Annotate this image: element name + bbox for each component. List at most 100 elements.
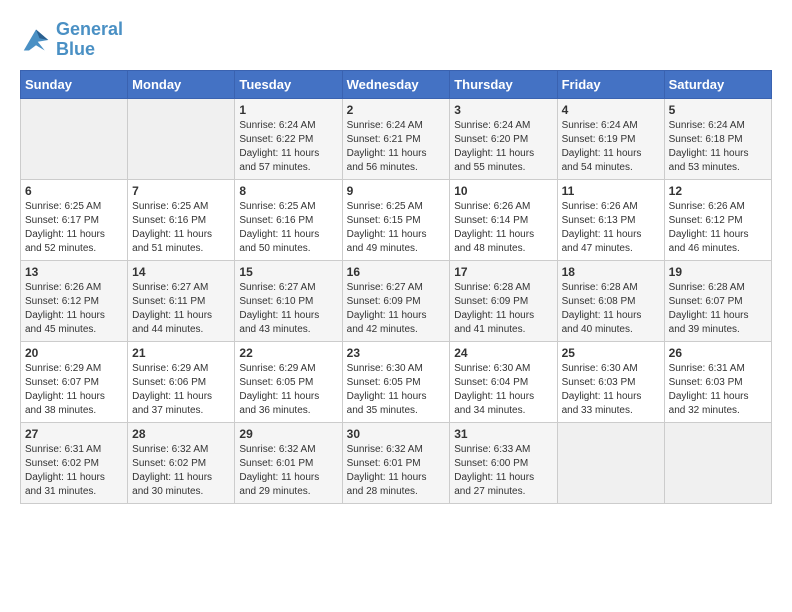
- calendar-cell: 15 Sunrise: 6:27 AM Sunset: 6:10 PM Dayli…: [235, 260, 342, 341]
- calendar-cell: 16 Sunrise: 6:27 AM Sunset: 6:09 PM Dayli…: [342, 260, 450, 341]
- day-number: 18: [562, 265, 660, 279]
- day-number: 2: [347, 103, 446, 117]
- calendar-week-row: 1 Sunrise: 6:24 AM Sunset: 6:22 PM Daylig…: [21, 98, 772, 179]
- day-info: Sunrise: 6:29 AM Sunset: 6:05 PM Dayligh…: [239, 362, 337, 418]
- calendar-week-row: 13Sunrise: 6:26 AM Sunset: 6:12 PM Dayli…: [21, 260, 772, 341]
- day-number: 3: [454, 103, 552, 117]
- day-number: 16: [347, 265, 446, 279]
- day-number: 24: [454, 346, 552, 360]
- day-info: Sunrise: 6:33 AM Sunset: 6:00 PM Dayligh…: [454, 443, 552, 499]
- day-info: Sunrise: 6:29 AM Sunset: 6:06 PM Dayligh…: [132, 362, 230, 418]
- day-header-thursday: Thursday: [450, 70, 557, 98]
- day-header-sunday: Sunday: [21, 70, 128, 98]
- day-info: Sunrise: 6:28 AM Sunset: 6:07 PM Dayligh…: [669, 281, 767, 337]
- day-number: 9: [347, 184, 446, 198]
- day-number: 10: [454, 184, 552, 198]
- calendar-cell: 30Sunrise: 6:32 AM Sunset: 6:01 PM Dayli…: [342, 422, 450, 503]
- calendar-cell: 3 Sunrise: 6:24 AM Sunset: 6:20 PM Daylig…: [450, 98, 557, 179]
- page-header: General Blue: [20, 20, 772, 60]
- day-number: 1: [239, 103, 337, 117]
- calendar-week-row: 6Sunrise: 6:25 AM Sunset: 6:17 PM Daylig…: [21, 179, 772, 260]
- calendar-cell: [557, 422, 664, 503]
- day-info: Sunrise: 6:31 AM Sunset: 6:02 PM Dayligh…: [25, 443, 123, 499]
- calendar-cell: 29 Sunrise: 6:32 AM Sunset: 6:01 PM Dayli…: [235, 422, 342, 503]
- day-number: 14: [132, 265, 230, 279]
- day-info: Sunrise: 6:25 AM Sunset: 6:17 PM Dayligh…: [25, 200, 123, 256]
- calendar-cell: 11Sunrise: 6:26 AM Sunset: 6:13 PM Dayli…: [557, 179, 664, 260]
- day-number: 17: [454, 265, 552, 279]
- day-info: Sunrise: 6:30 AM Sunset: 6:04 PM Dayligh…: [454, 362, 552, 418]
- calendar-cell: 21Sunrise: 6:29 AM Sunset: 6:06 PM Dayli…: [128, 341, 235, 422]
- calendar-table: SundayMondayTuesdayWednesdayThursdayFrid…: [20, 70, 772, 504]
- day-info: Sunrise: 6:27 AM Sunset: 6:10 PM Dayligh…: [239, 281, 337, 337]
- day-info: Sunrise: 6:26 AM Sunset: 6:14 PM Dayligh…: [454, 200, 552, 256]
- day-info: Sunrise: 6:32 AM Sunset: 6:02 PM Dayligh…: [132, 443, 230, 499]
- day-number: 4: [562, 103, 660, 117]
- day-number: 12: [669, 184, 767, 198]
- calendar-cell: 10 Sunrise: 6:26 AM Sunset: 6:14 PM Dayli…: [450, 179, 557, 260]
- calendar-cell: 6Sunrise: 6:25 AM Sunset: 6:17 PM Daylig…: [21, 179, 128, 260]
- calendar-cell: 12 Sunrise: 6:26 AM Sunset: 6:12 PM Dayli…: [664, 179, 771, 260]
- day-header-monday: Monday: [128, 70, 235, 98]
- day-info: Sunrise: 6:24 AM Sunset: 6:18 PM Dayligh…: [669, 119, 767, 175]
- day-info: Sunrise: 6:25 AM Sunset: 6:16 PM Dayligh…: [239, 200, 337, 256]
- day-number: 31: [454, 427, 552, 441]
- day-number: 20: [25, 346, 123, 360]
- day-info: Sunrise: 6:24 AM Sunset: 6:22 PM Dayligh…: [239, 119, 337, 175]
- calendar-cell: 5 Sunrise: 6:24 AM Sunset: 6:18 PM Daylig…: [664, 98, 771, 179]
- day-info: Sunrise: 6:31 AM Sunset: 6:03 PM Dayligh…: [669, 362, 767, 418]
- calendar-cell: 1 Sunrise: 6:24 AM Sunset: 6:22 PM Daylig…: [235, 98, 342, 179]
- calendar-cell: 28 Sunrise: 6:32 AM Sunset: 6:02 PM Dayli…: [128, 422, 235, 503]
- calendar-cell: [21, 98, 128, 179]
- calendar-cell: 14 Sunrise: 6:27 AM Sunset: 6:11 PM Dayli…: [128, 260, 235, 341]
- calendar-cell: 22 Sunrise: 6:29 AM Sunset: 6:05 PM Dayli…: [235, 341, 342, 422]
- calendar-cell: 19 Sunrise: 6:28 AM Sunset: 6:07 PM Dayli…: [664, 260, 771, 341]
- day-number: 19: [669, 265, 767, 279]
- calendar-cell: 8 Sunrise: 6:25 AM Sunset: 6:16 PM Daylig…: [235, 179, 342, 260]
- logo: General Blue: [20, 20, 123, 60]
- calendar-cell: [128, 98, 235, 179]
- calendar-week-row: 27 Sunrise: 6:31 AM Sunset: 6:02 PM Dayli…: [21, 422, 772, 503]
- day-info: Sunrise: 6:25 AM Sunset: 6:15 PM Dayligh…: [347, 200, 446, 256]
- calendar-cell: 4 Sunrise: 6:24 AM Sunset: 6:19 PM Daylig…: [557, 98, 664, 179]
- day-number: 23: [347, 346, 446, 360]
- calendar-cell: 17 Sunrise: 6:28 AM Sunset: 6:09 PM Dayli…: [450, 260, 557, 341]
- day-number: 28: [132, 427, 230, 441]
- calendar-cell: 31 Sunrise: 6:33 AM Sunset: 6:00 PM Dayli…: [450, 422, 557, 503]
- calendar-cell: 7Sunrise: 6:25 AM Sunset: 6:16 PM Daylig…: [128, 179, 235, 260]
- day-info: Sunrise: 6:32 AM Sunset: 6:01 PM Dayligh…: [239, 443, 337, 499]
- day-number: 22: [239, 346, 337, 360]
- day-info: Sunrise: 6:29 AM Sunset: 6:07 PM Dayligh…: [25, 362, 123, 418]
- day-header-tuesday: Tuesday: [235, 70, 342, 98]
- calendar-cell: 26Sunrise: 6:31 AM Sunset: 6:03 PM Dayli…: [664, 341, 771, 422]
- day-number: 27: [25, 427, 123, 441]
- calendar-cell: 9 Sunrise: 6:25 AM Sunset: 6:15 PM Daylig…: [342, 179, 450, 260]
- calendar-cell: 13Sunrise: 6:26 AM Sunset: 6:12 PM Dayli…: [21, 260, 128, 341]
- day-info: Sunrise: 6:28 AM Sunset: 6:08 PM Dayligh…: [562, 281, 660, 337]
- day-info: Sunrise: 6:26 AM Sunset: 6:12 PM Dayligh…: [669, 200, 767, 256]
- day-header-wednesday: Wednesday: [342, 70, 450, 98]
- day-number: 29: [239, 427, 337, 441]
- day-info: Sunrise: 6:24 AM Sunset: 6:19 PM Dayligh…: [562, 119, 660, 175]
- calendar-cell: 24 Sunrise: 6:30 AM Sunset: 6:04 PM Dayli…: [450, 341, 557, 422]
- day-info: Sunrise: 6:27 AM Sunset: 6:11 PM Dayligh…: [132, 281, 230, 337]
- day-header-saturday: Saturday: [664, 70, 771, 98]
- day-number: 8: [239, 184, 337, 198]
- day-info: Sunrise: 6:27 AM Sunset: 6:09 PM Dayligh…: [347, 281, 446, 337]
- day-info: Sunrise: 6:24 AM Sunset: 6:21 PM Dayligh…: [347, 119, 446, 175]
- day-info: Sunrise: 6:25 AM Sunset: 6:16 PM Dayligh…: [132, 200, 230, 256]
- logo-icon: [20, 26, 52, 54]
- day-info: Sunrise: 6:30 AM Sunset: 6:05 PM Dayligh…: [347, 362, 446, 418]
- calendar-cell: 20 Sunrise: 6:29 AM Sunset: 6:07 PM Dayli…: [21, 341, 128, 422]
- day-info: Sunrise: 6:26 AM Sunset: 6:12 PM Dayligh…: [25, 281, 123, 337]
- calendar-cell: 23 Sunrise: 6:30 AM Sunset: 6:05 PM Dayli…: [342, 341, 450, 422]
- day-number: 15: [239, 265, 337, 279]
- logo-text: General Blue: [56, 20, 123, 60]
- day-info: Sunrise: 6:32 AM Sunset: 6:01 PM Dayligh…: [347, 443, 446, 499]
- day-info: Sunrise: 6:24 AM Sunset: 6:20 PM Dayligh…: [454, 119, 552, 175]
- day-header-friday: Friday: [557, 70, 664, 98]
- calendar-cell: 25Sunrise: 6:30 AM Sunset: 6:03 PM Dayli…: [557, 341, 664, 422]
- day-info: Sunrise: 6:28 AM Sunset: 6:09 PM Dayligh…: [454, 281, 552, 337]
- calendar-cell: 27 Sunrise: 6:31 AM Sunset: 6:02 PM Dayli…: [21, 422, 128, 503]
- day-number: 5: [669, 103, 767, 117]
